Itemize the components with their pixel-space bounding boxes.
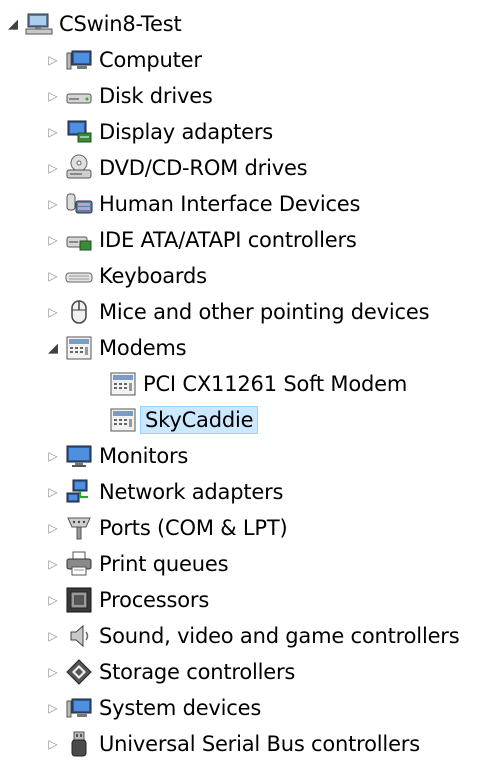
modem-icon [106, 366, 140, 402]
speaker-icon [62, 618, 96, 654]
printer-icon [62, 546, 96, 582]
tree-item-label: Print queues [99, 552, 229, 576]
tree-item-keyboards[interactable]: ▷ Keyboards [0, 258, 491, 294]
tree-item-label: Network adapters [99, 480, 284, 504]
expand-arrow-icon[interactable]: ▷ [44, 654, 62, 690]
mouse-icon [62, 294, 96, 330]
keyboard-icon [62, 258, 96, 294]
tree-item-label: Computer [99, 48, 202, 72]
tree-item-label: Disk drives [99, 84, 213, 108]
tree-item-label: Storage controllers [99, 660, 296, 684]
expand-arrow-icon[interactable]: ▷ [44, 510, 62, 546]
tree-item-label-selected: SkyCaddie [140, 406, 259, 434]
modem-icon [62, 330, 96, 366]
tree-item-human-interface-devices[interactable]: ▷ Human Interface Devices [0, 186, 491, 222]
tree-item-print-queues[interactable]: ▷ Print queues [0, 546, 491, 582]
system-device-icon [62, 690, 96, 726]
expand-arrow-icon[interactable]: ▷ [44, 78, 62, 114]
tree-item-network-adapters[interactable]: ▷ Network adapters [0, 474, 491, 510]
monitor-icon [62, 438, 96, 474]
tree-item-label: Ports (COM & LPT) [99, 516, 288, 540]
tree-item-sound-controllers[interactable]: ▷ Sound, video and game controllers [0, 618, 491, 654]
expand-arrow-icon[interactable]: ▷ [44, 42, 62, 78]
tree-item-display-adapters[interactable]: ▷ Display adapters [0, 114, 491, 150]
tree-item-usb-controllers[interactable]: ▷ Universal Serial Bus controllers [0, 726, 491, 762]
expand-arrow-icon[interactable]: ▷ [44, 438, 62, 474]
tree-item-modems[interactable]: ◢ Modems [0, 330, 491, 366]
tree-item-label: System devices [99, 696, 262, 720]
tree-item-label: Processors [99, 588, 210, 612]
expand-arrow-icon[interactable]: ▷ [44, 582, 62, 618]
tree-item-ide-controllers[interactable]: ▷ IDE ATA/ATAPI controllers [0, 222, 491, 258]
network-adapter-icon [62, 474, 96, 510]
storage-controller-icon [62, 654, 96, 690]
expand-arrow-icon[interactable]: ▷ [44, 150, 62, 186]
expand-arrow-icon[interactable]: ▷ [44, 618, 62, 654]
tree-item-label: PCI CX11261 Soft Modem [143, 372, 408, 396]
tree-item-label: Display adapters [99, 120, 274, 144]
tree-item-mice[interactable]: ▷ Mice and other pointing devices [0, 294, 491, 330]
expand-arrow-icon[interactable]: ▷ [44, 294, 62, 330]
expand-arrow-icon[interactable]: ▷ [44, 114, 62, 150]
tree-item-computer[interactable]: ▷ Computer [0, 42, 491, 78]
computer-network-icon [22, 6, 56, 42]
expand-arrow-icon[interactable]: ▷ [44, 258, 62, 294]
port-icon [62, 510, 96, 546]
tree-item-disk-drives[interactable]: ▷ Disk drives [0, 78, 491, 114]
disk-drive-icon [62, 78, 96, 114]
tree-root[interactable]: ◢ CSwin8-Test [0, 6, 491, 42]
monitor-icon [62, 42, 96, 78]
expand-arrow-icon[interactable]: ▷ [44, 474, 62, 510]
usb-icon [62, 726, 96, 762]
tree-root-label: CSwin8-Test [59, 12, 182, 36]
tree-item-ports[interactable]: ▷ Ports (COM & LPT) [0, 510, 491, 546]
expand-arrow-icon[interactable]: ▷ [44, 546, 62, 582]
tree-item-dvd-drives[interactable]: ▷ DVD/CD-ROM drives [0, 150, 491, 186]
processor-icon [62, 582, 96, 618]
collapse-arrow-icon[interactable]: ◢ [4, 6, 22, 42]
tree-item-label: Keyboards [99, 264, 207, 288]
expand-arrow-icon[interactable]: ▷ [44, 186, 62, 222]
tree-item-label: Monitors [99, 444, 189, 468]
tree-item-label: Sound, video and game controllers [99, 624, 460, 648]
collapse-arrow-icon[interactable]: ◢ [44, 330, 62, 366]
tree-child-skycaddie[interactable]: SkyCaddie [0, 402, 491, 438]
tree-item-storage-controllers[interactable]: ▷ Storage controllers [0, 654, 491, 690]
hid-icon [62, 186, 96, 222]
modem-icon [106, 402, 140, 438]
device-tree: ◢ CSwin8-Test ▷ Computer ▷ Disk drives ▷… [0, 0, 491, 759]
expand-arrow-icon[interactable]: ▷ [44, 726, 62, 762]
tree-item-monitors[interactable]: ▷ Monitors [0, 438, 491, 474]
expand-arrow-icon[interactable]: ▷ [44, 222, 62, 258]
tree-item-processors[interactable]: ▷ Processors [0, 582, 491, 618]
tree-item-system-devices[interactable]: ▷ System devices [0, 690, 491, 726]
tree-child-pci-modem[interactable]: PCI CX11261 Soft Modem [0, 366, 491, 402]
expand-arrow-icon[interactable]: ▷ [44, 690, 62, 726]
tree-item-label: IDE ATA/ATAPI controllers [99, 228, 357, 252]
tree-item-label: Universal Serial Bus controllers [99, 732, 420, 756]
display-adapter-icon [62, 114, 96, 150]
tree-item-label: Mice and other pointing devices [99, 300, 430, 324]
tree-item-label: Modems [99, 336, 187, 360]
tree-item-label: DVD/CD-ROM drives [99, 156, 308, 180]
tree-item-label: Human Interface Devices [99, 192, 361, 216]
dvd-drive-icon [62, 150, 96, 186]
ide-controller-icon [62, 222, 96, 258]
